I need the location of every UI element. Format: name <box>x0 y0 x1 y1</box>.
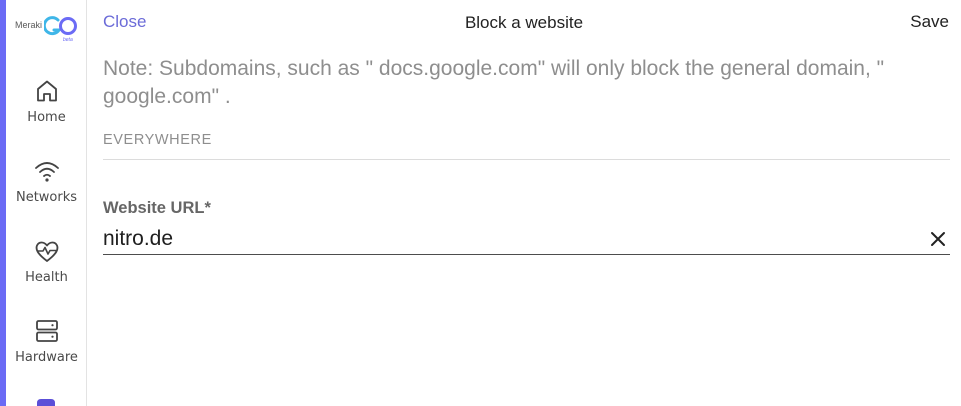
save-button[interactable]: Save <box>910 12 949 32</box>
clear-icon[interactable] <box>930 231 946 247</box>
more-nav-icon[interactable] <box>34 397 58 406</box>
meraki-go-logo[interactable]: Meraki beta <box>15 14 81 44</box>
sidebar-item-health[interactable]: Health <box>6 237 86 285</box>
close-button[interactable]: Close <box>103 12 146 32</box>
logo-beta-tag: beta <box>63 37 73 43</box>
main-panel: Close Block a website Save Note: Subdoma… <box>87 0 961 406</box>
sidebar-item-label: Home <box>27 110 66 125</box>
heart-pulse-icon <box>35 241 58 262</box>
subdomain-note: Note: Subdomains, such as " docs.google.… <box>103 57 885 108</box>
website-url-field <box>103 225 950 255</box>
website-url-label: Website URL* <box>103 199 211 217</box>
sidebar-item-networks[interactable]: Networks <box>6 157 86 205</box>
wifi-icon <box>34 162 59 182</box>
server-icon <box>35 320 58 342</box>
section-divider <box>103 159 950 160</box>
app-window: Meraki beta Home Networks Health Hardwar… <box>0 0 961 406</box>
home-icon <box>36 80 57 102</box>
section-label-everywhere: EVERYWHERE <box>103 132 212 148</box>
logo-brand: Meraki <box>15 20 43 30</box>
page-title: Block a website <box>464 13 584 32</box>
sidebar-item-label: Networks <box>15 190 78 205</box>
sidebar-item-label: Hardware <box>15 350 78 365</box>
sidebar-item-home[interactable]: Home <box>6 77 86 125</box>
website-url-input[interactable] <box>103 225 913 253</box>
sidebar: Meraki beta Home Networks Health Hardwar… <box>6 0 87 406</box>
sidebar-item-label: Health <box>25 270 68 285</box>
sidebar-item-hardware[interactable]: Hardware <box>6 317 86 365</box>
